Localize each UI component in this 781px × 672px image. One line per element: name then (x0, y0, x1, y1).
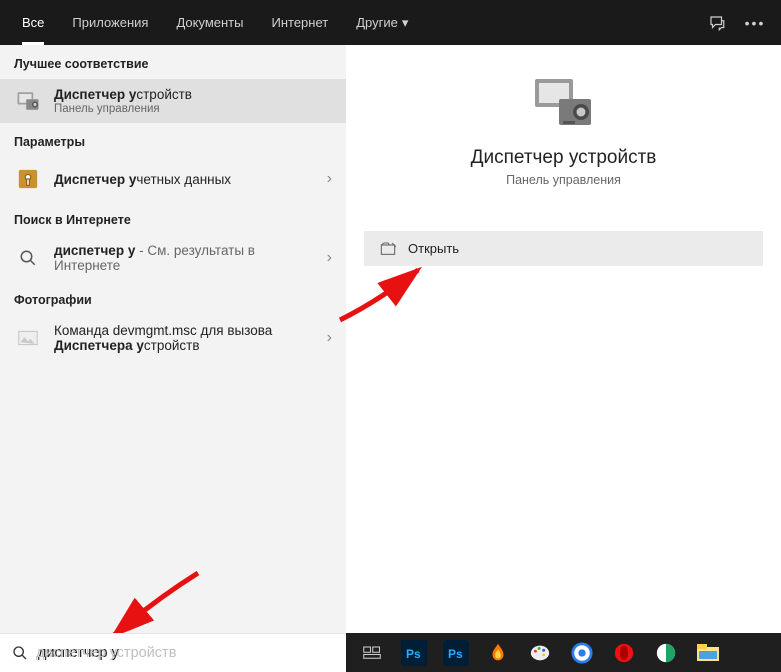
tab-label: Интернет (271, 15, 328, 30)
tab-web[interactable]: Интернет (257, 0, 342, 45)
chevron-right-icon: › (327, 329, 332, 347)
tab-all[interactable]: Все (8, 0, 58, 45)
opera-icon[interactable] (604, 633, 644, 672)
search-icon (14, 244, 42, 272)
tab-apps[interactable]: Приложения (58, 0, 162, 45)
svg-text:Ps: Ps (448, 647, 463, 661)
header-right: ••• (707, 13, 773, 33)
result-web-search[interactable]: диспетчер у - См. результаты в Интернете… (0, 235, 346, 281)
search-icon (12, 645, 28, 661)
search-bar[interactable]: диспетчер устройств (0, 633, 346, 672)
browser-icon[interactable] (562, 633, 602, 672)
photoshop-cc-icon[interactable]: Ps (436, 633, 476, 672)
tab-docs[interactable]: Документы (162, 0, 257, 45)
tab-label: Все (22, 15, 44, 30)
preview-subtitle: Панель управления (506, 173, 621, 187)
result-device-manager[interactable]: Диспетчер устройств Панель управления (0, 79, 346, 123)
open-icon (380, 242, 396, 256)
credential-icon (14, 165, 42, 193)
taskbar: Ps Ps (346, 633, 781, 672)
left-panel: Лучшее соответствие Диспетчер устройств … (0, 45, 346, 633)
device-manager-large-icon (529, 73, 599, 133)
preview-title: Диспетчер устройств (471, 147, 657, 169)
result-title: диспетчер у - См. результаты в Интернете (54, 243, 321, 273)
browser2-icon[interactable] (646, 633, 686, 672)
image-icon (14, 324, 42, 352)
chevron-down-icon: ▾ (402, 15, 409, 31)
paint-icon[interactable] (520, 633, 560, 672)
result-body: Команда devmgmt.msc для вызова Диспетчер… (54, 323, 321, 353)
section-best-match: Лучшее соответствие (0, 45, 346, 79)
tab-label: Приложения (72, 15, 148, 30)
photoshop-icon[interactable]: Ps (394, 633, 434, 672)
section-photos: Фотографии (0, 281, 346, 315)
result-body: диспетчер у - См. результаты в Интернете (54, 243, 321, 273)
preview-panel: Диспетчер устройств Панель управления От… (346, 45, 781, 633)
task-view-icon[interactable] (352, 633, 392, 672)
search-input[interactable] (38, 645, 334, 661)
chevron-right-icon: › (327, 249, 332, 267)
result-credential-manager[interactable]: Диспетчер учетных данных › (0, 157, 346, 201)
burner-icon[interactable] (478, 633, 518, 672)
result-photo[interactable]: Команда devmgmt.msc для вызова Диспетчер… (0, 315, 346, 361)
feedback-icon[interactable] (707, 13, 727, 33)
section-settings: Параметры (0, 123, 346, 157)
result-title: Команда devmgmt.msc для вызова Диспетчер… (54, 323, 321, 353)
section-web: Поиск в Интернете (0, 201, 346, 235)
explorer-icon[interactable] (688, 633, 728, 672)
tab-more[interactable]: Другие ▾ (342, 0, 422, 45)
device-manager-icon (14, 87, 42, 115)
tab-label: Документы (176, 15, 243, 30)
result-title: Диспетчер учетных данных (54, 172, 321, 187)
result-body: Диспетчер устройств Панель управления (54, 87, 332, 115)
open-action[interactable]: Открыть (364, 231, 763, 266)
more-icon[interactable]: ••• (745, 13, 765, 33)
result-body: Диспетчер учетных данных (54, 172, 321, 187)
result-title: Диспетчер устройств (54, 87, 332, 102)
result-subtitle: Панель управления (54, 103, 332, 115)
preview: Диспетчер устройств Панель управления От… (364, 63, 763, 266)
action-label: Открыть (408, 241, 459, 256)
tab-label: Другие (356, 15, 398, 30)
svg-text:Ps: Ps (406, 647, 421, 661)
header: Все Приложения Документы Интернет Другие… (0, 0, 781, 45)
main: Лучшее соответствие Диспетчер устройств … (0, 45, 781, 633)
tabs: Все Приложения Документы Интернет Другие… (8, 0, 422, 45)
chevron-right-icon: › (327, 170, 332, 188)
